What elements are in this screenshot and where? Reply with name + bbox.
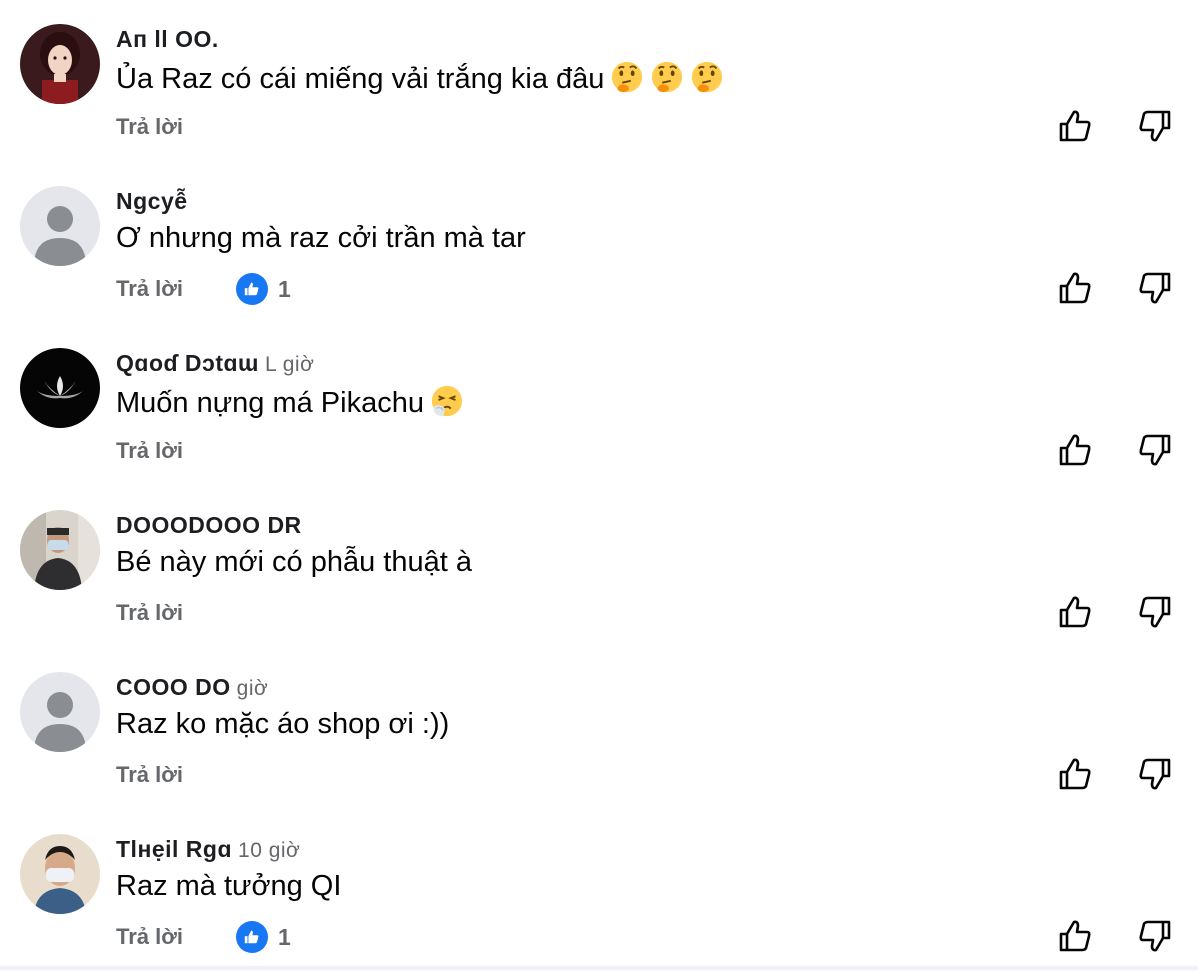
masked-man-avatar-icon (20, 834, 100, 914)
reaction-summary[interactable]: 1 (236, 273, 291, 305)
upvote-button[interactable] (1057, 918, 1093, 954)
thinking-face-emoji-icon (652, 61, 683, 93)
comment-author[interactable]: DOOODOOO DR (116, 512, 308, 539)
man-selfie-avatar-icon (20, 510, 100, 590)
downvote-button[interactable] (1137, 918, 1173, 954)
thumbs-up-icon (1059, 758, 1091, 790)
thinking-face-emoji-icon (692, 61, 723, 93)
comment-text: Raz mà tưởng QI (116, 870, 342, 902)
thumbs-up-icon (1059, 110, 1091, 142)
comment-item: Aп ll OO. Ủa Raz có cái miếng vải trắng … (0, 0, 1198, 162)
lotus-avatar-icon (20, 348, 100, 428)
downvote-button[interactable] (1137, 108, 1173, 144)
avatar[interactable] (20, 24, 100, 104)
default-avatar-icon (20, 186, 100, 266)
comment-text: Muốn nựng má Pikachu (116, 384, 464, 420)
comment-author[interactable]: Tlнẹil Rgɑ 10 giờ (116, 836, 300, 863)
reply-button[interactable]: Trả lời (116, 600, 183, 626)
sneezing-face-emoji-icon (431, 385, 463, 417)
comment-author[interactable]: Ngcyễ (116, 188, 194, 215)
comment-item: Tlнẹil Rgɑ 10 giờ Raz mà tưởng QI Trả lời… (0, 810, 1198, 972)
comment-body: Muốn nựng má Pikachu (116, 387, 424, 419)
comment-text: Ơ nhưng mà raz cởi trần mà tar (116, 222, 526, 254)
avatar[interactable] (20, 186, 100, 266)
comment-time: giờ (236, 677, 269, 700)
reaction-count: 1 (278, 923, 291, 950)
author-name[interactable]: Tlнẹil Rgɑ (116, 836, 232, 862)
downvote-button[interactable] (1137, 594, 1173, 630)
like-reaction-icon (236, 921, 268, 953)
comment-item: Qɑoɗ Dɔtɑɯ L giờ Muốn nựng má Pikachu Trả… (0, 324, 1198, 486)
author-name[interactable]: Qɑoɗ Dɔtɑɯ (116, 350, 259, 376)
thumbs-down-icon (1139, 758, 1171, 790)
avatar[interactable] (20, 672, 100, 752)
reply-button[interactable]: Trả lời (116, 114, 183, 140)
upvote-button[interactable] (1057, 756, 1093, 792)
reaction-count: 1 (278, 275, 291, 302)
thumbs-down-icon (1139, 920, 1171, 952)
comment-author[interactable]: Qɑoɗ Dɔtɑɯ L giờ (116, 350, 314, 377)
comment-item: COOO DO giờ Raz ko mặc áo shop ơi :)) Trả… (0, 648, 1198, 810)
downvote-button[interactable] (1137, 432, 1173, 468)
reply-button[interactable]: Trả lời (116, 762, 183, 788)
thumbs-up-icon (1059, 272, 1091, 304)
reply-button[interactable]: Trả lời (116, 438, 183, 464)
comment-text: Raz ko mặc áo shop ơi :)) (116, 708, 450, 740)
comment-author[interactable]: COOO DO giờ (116, 674, 268, 701)
thumbs-up-icon (1059, 920, 1091, 952)
downvote-button[interactable] (1137, 756, 1173, 792)
comment-text: Bé này mới có phẫu thuật à (116, 546, 472, 578)
reply-button[interactable]: Trả lời (116, 276, 183, 302)
avatar[interactable] (20, 510, 100, 590)
comment-author[interactable]: Aп ll OO. (116, 26, 225, 53)
thumbs-down-icon (1139, 596, 1171, 628)
upvote-button[interactable] (1057, 432, 1093, 468)
avatar[interactable] (20, 834, 100, 914)
comment-text: Ủa Raz có cái miếng vải trắng kia đâu (116, 60, 724, 96)
comment-time: 10 giờ (238, 839, 301, 862)
like-reaction-icon (236, 273, 268, 305)
author-name[interactable]: Aп ll OO. (116, 26, 219, 52)
reply-button[interactable]: Trả lời (116, 924, 183, 950)
upvote-button[interactable] (1057, 270, 1093, 306)
author-name[interactable]: DOOODOOO DR (116, 512, 302, 538)
thumbs-up-icon (1059, 434, 1091, 466)
default-avatar-icon (20, 672, 100, 752)
comment-time: L giờ (265, 353, 315, 376)
reaction-summary[interactable]: 1 (236, 921, 291, 953)
thumbs-down-icon (1139, 272, 1171, 304)
thinking-face-emoji-icon (612, 61, 643, 93)
thumbs-down-icon (1139, 110, 1171, 142)
divider (0, 966, 1198, 970)
upvote-button[interactable] (1057, 108, 1093, 144)
avatar[interactable] (20, 348, 100, 428)
author-name[interactable]: COOO DO (116, 674, 231, 700)
anime-girl-avatar-icon (20, 24, 100, 104)
thumbs-down-icon (1139, 434, 1171, 466)
comment-body: Ủa Raz có cái miếng vải trắng kia đâu (116, 63, 605, 95)
comment-item: DOOODOOO DR Bé này mới có phẫu thuật à T… (0, 486, 1198, 648)
upvote-button[interactable] (1057, 594, 1093, 630)
downvote-button[interactable] (1137, 270, 1173, 306)
author-name[interactable]: Ngcyễ (116, 188, 188, 214)
thumbs-up-icon (1059, 596, 1091, 628)
comment-item: Ngcyễ Ơ nhưng mà raz cởi trần mà tar Trả… (0, 162, 1198, 324)
